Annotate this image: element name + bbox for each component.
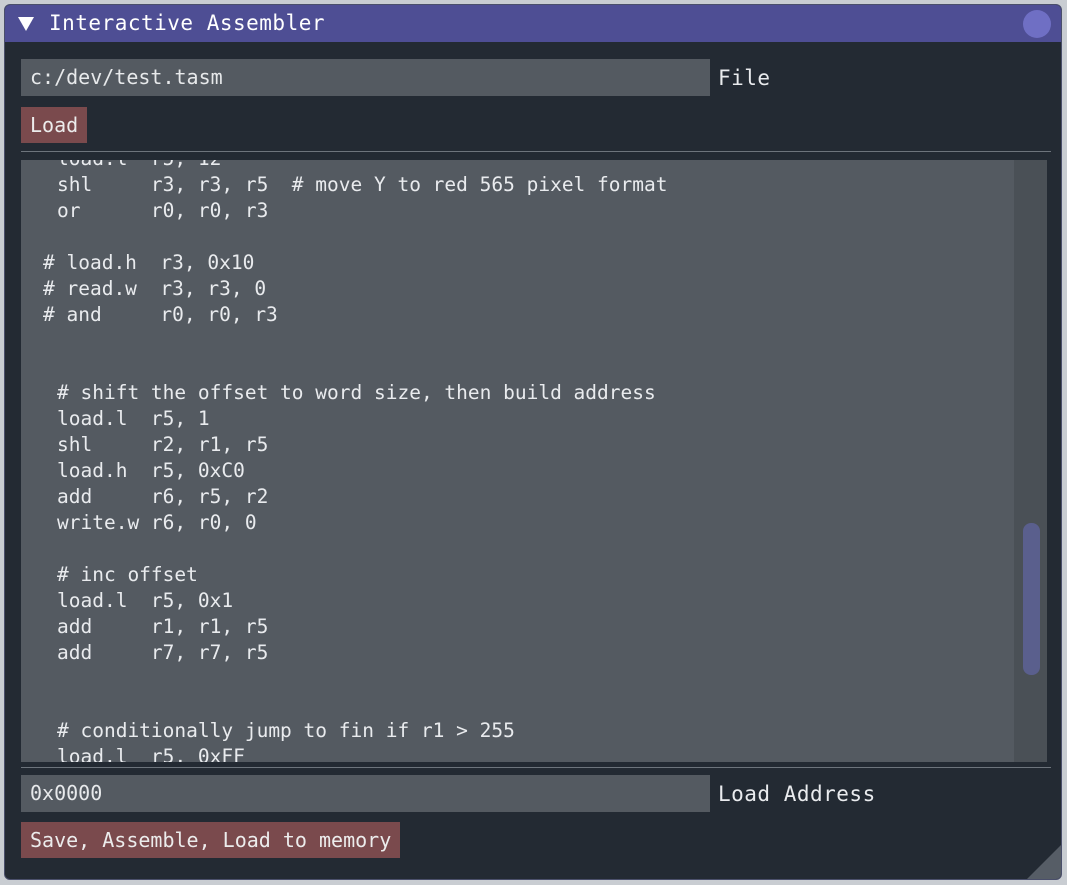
code-line: shl r3, r3, r5 # move Y to red 565 pixel… <box>57 173 668 196</box>
code-lines: load.l r5, 12shl r3, r3, r5 # move Y to … <box>43 160 667 762</box>
title-bar[interactable]: Interactive Assembler <box>5 5 1061 42</box>
close-icon[interactable] <box>1023 10 1051 38</box>
code-line: # shift the offset to word size, then bu… <box>57 381 656 404</box>
code-line: or r0, r0, r3 <box>57 199 269 222</box>
code-line: load.l r5, 0x1 <box>57 589 234 612</box>
code-line: # and r0, r0, r3 <box>43 303 278 326</box>
code-editor[interactable]: load.l r5, 12shl r3, r3, r5 # move Y to … <box>21 160 1047 762</box>
code-line: # load.h r3, 0x10 <box>43 251 255 274</box>
code-line: load.h r5, 0xC0 <box>57 459 245 482</box>
code-line: # conditionally jump to fin if r1 > 255 <box>57 719 515 742</box>
code-line: write.w r6, r0, 0 <box>57 511 257 534</box>
top-separator <box>21 151 1051 152</box>
editor-scrollbar[interactable] <box>1014 160 1047 762</box>
code-line: # inc offset <box>57 563 198 586</box>
code-line: load.l r5, 0xFF <box>57 745 245 762</box>
code-line: add r6, r5, r2 <box>57 485 269 508</box>
scrollbar-thumb[interactable] <box>1023 523 1040 675</box>
load-button[interactable]: Load <box>21 107 88 143</box>
load-address-label: Load Address <box>718 782 876 806</box>
file-path-input[interactable]: c:/dev/test.tasm <box>21 59 710 96</box>
bottom-separator <box>21 767 1051 768</box>
code-line: add r1, r1, r5 <box>57 615 269 638</box>
code-line: # read.w r3, r3, 0 <box>43 277 267 300</box>
code-line: shl r2, r1, r5 <box>57 433 269 456</box>
collapse-arrow-icon[interactable] <box>18 17 34 31</box>
save-assemble-load-button[interactable]: Save, Assemble, Load to memory <box>21 822 401 858</box>
code-line: load.l r5, 12 <box>43 160 667 172</box>
resize-grip-icon[interactable] <box>1027 845 1061 879</box>
file-label: File <box>718 66 771 90</box>
assembler-window: Interactive Assembler c:/dev/test.tasm F… <box>4 4 1062 880</box>
load-address-input[interactable]: 0x0000 <box>21 775 710 812</box>
code-line: load.l r5, 1 <box>57 407 210 430</box>
code-line: add r7, r7, r5 <box>57 641 269 664</box>
window-title: Interactive Assembler <box>49 11 326 35</box>
